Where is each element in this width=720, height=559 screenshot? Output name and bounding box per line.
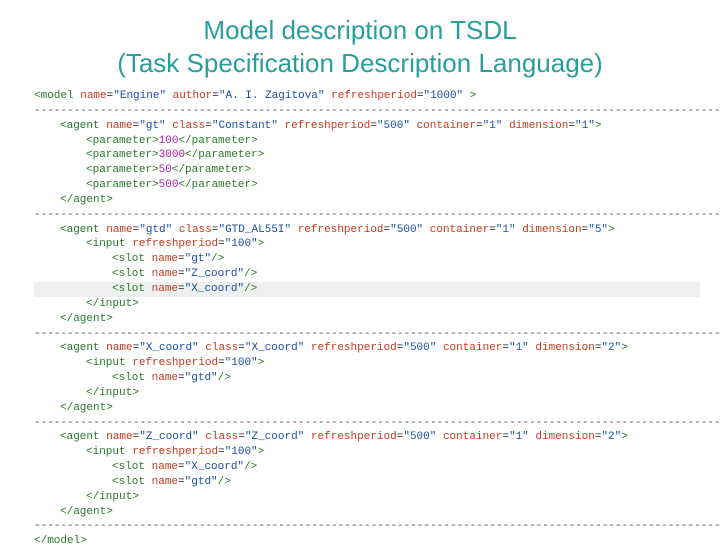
code-line: </agent> [34, 505, 700, 520]
code-line: <parameter>50</parameter> [34, 163, 700, 178]
code-line: <parameter>500</parameter> [34, 178, 700, 193]
code-line: </input> [34, 490, 700, 505]
code-line: <input refreshperiod="100"> [34, 445, 700, 460]
separator-line: ----------------------------------------… [34, 519, 700, 534]
code-line: <agent name="gt" class="Constant" refres… [34, 119, 700, 134]
code-line: <agent name="X_coord" class="X_coord" re… [34, 341, 700, 356]
code-line: </input> [34, 386, 700, 401]
code-line: <agent name="gtd" class="GTD_AL55I" refr… [34, 223, 700, 238]
code-line: </agent> [34, 312, 700, 327]
code-line: <slot name="gtd"/> [34, 475, 700, 490]
title-line-2: (Task Specification Description Language… [117, 48, 603, 78]
code-line: <slot name="gtd"/> [34, 371, 700, 386]
code-line: </input> [34, 297, 700, 312]
code-line: </agent> [34, 193, 700, 208]
tsdl-code-block: <model name="Engine" author="A. I. Zagit… [0, 89, 720, 559]
title-line-1: Model description on TSDL [203, 15, 516, 45]
code-line: <input refreshperiod="100"> [34, 237, 700, 252]
code-line: <slot name="X_coord"/> [34, 460, 700, 475]
code-line: <parameter>3000</parameter> [34, 148, 700, 163]
code-line: </agent> [34, 401, 700, 416]
code-line: <input refreshperiod="100"> [34, 356, 700, 371]
code-line: <slot name="Z_coord"/> [34, 267, 700, 282]
separator-line: ----------------------------------------… [34, 208, 700, 223]
page-title: Model description on TSDL (Task Specific… [0, 0, 720, 89]
code-line: </model> [34, 534, 700, 549]
code-line: <slot name="X_coord"/> [34, 282, 700, 297]
separator-line: ----------------------------------------… [34, 327, 700, 342]
code-line: <parameter>100</parameter> [34, 134, 700, 149]
code-line: <agent name="Z_coord" class="Z_coord" re… [34, 430, 700, 445]
separator-line: ----------------------------------------… [34, 104, 700, 119]
separator-line: ----------------------------------------… [34, 416, 700, 431]
code-line: <slot name="gt"/> [34, 252, 700, 267]
code-line: <model name="Engine" author="A. I. Zagit… [34, 89, 700, 104]
